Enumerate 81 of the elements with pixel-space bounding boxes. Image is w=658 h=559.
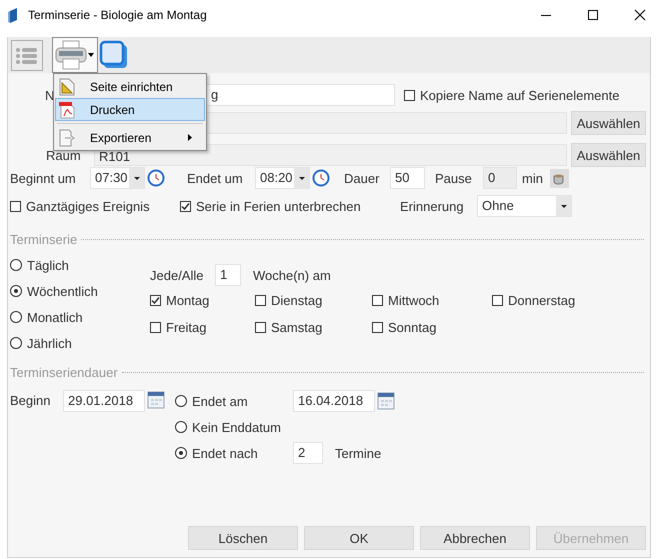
duration-field[interactable]: 50 [390,167,425,189]
radio-label: Kein Enddatum [192,420,281,434]
radio-label: Jährlich [27,336,72,350]
maximize-icon[interactable] [587,9,599,21]
start-time-combo[interactable]: 07:30 [90,167,145,189]
radio-label: Wöchentlich [27,284,98,298]
reminder-label: Erinnerung [400,198,465,214]
checkbox-label: Ganztägiges Ereignis [26,198,150,214]
clock-icon[interactable] [312,169,330,187]
checkbox-label: Kopiere Name auf Serienelemente [420,88,620,102]
page-setup-icon [59,78,75,96]
unit-label: min [522,170,544,186]
pause-label: Pause [435,170,473,186]
radio-label: Endet nach [192,446,258,460]
radio-button[interactable] [10,285,22,297]
checkbox-label: Montag [166,293,210,308]
interval-field[interactable]: 1 [215,264,241,286]
group-title: Terminseriendauer [10,364,118,380]
pause-field[interactable]: 0 [483,167,517,189]
select-button[interactable]: Auswählen [571,111,646,135]
select-button[interactable]: Auswählen [571,143,646,167]
cup-icon[interactable] [550,168,569,188]
checkbox[interactable] [492,295,503,306]
count-unit: Termine [335,446,382,460]
duration-label: Dauer [344,170,380,186]
clock-icon[interactable] [147,169,165,187]
printer-icon [55,40,87,70]
checkbox-label: Mittwoch [388,293,440,308]
window-title: Terminserie - Biologie am Montag [28,8,207,22]
checkbox[interactable] [150,295,161,306]
app-icon [8,8,20,22]
group-title: Terminserie [10,232,78,246]
checkbox-label: Freitag [166,320,206,335]
checkbox-label: Sonntag [388,320,436,335]
end-date-field[interactable]: 16.04.2018 [293,390,375,412]
room-field[interactable]: R101 [94,144,567,166]
interval-unit: Woche(n) am [253,268,331,282]
count-field[interactable]: 2 [293,442,323,464]
checkbox-label: Serie in Ferien unterbrechen [196,198,361,214]
interval-label: Jede/Alle [150,268,204,282]
start-date-field[interactable]: 29.01.2018 [63,390,145,412]
menu-item[interactable]: Drucken [55,98,205,121]
export-icon [59,128,75,146]
radio-label: Endet am [192,394,248,408]
dialog-button[interactable]: OK [304,526,414,550]
start-time-label: Beginnt um [10,170,77,186]
checkbox[interactable] [180,200,191,212]
checkbox[interactable] [404,90,415,100]
radio-label: Monatlich [27,310,83,324]
checkbox[interactable] [255,295,266,306]
dialog-button[interactable]: Löschen [188,526,298,550]
checkbox[interactable] [10,200,21,212]
checkbox-label: Dienstag [271,293,322,308]
pdf-icon [59,100,75,118]
checkbox[interactable] [255,322,266,333]
start-date-label: Beginn [10,392,52,410]
calendar-icon[interactable] [377,391,395,411]
room-label: Raum [45,148,82,162]
print-button[interactable] [52,37,98,73]
submenu-arrow-icon [188,134,192,141]
radio-label: Täglich [27,258,69,272]
reminder-dropdown[interactable]: Ohne [477,195,572,217]
radio-button[interactable] [10,259,22,271]
close-icon[interactable] [634,9,646,21]
radio-button[interactable] [175,395,187,407]
checkbox-label: Donnerstag [508,293,576,308]
checkbox[interactable] [150,322,161,333]
checkbox-label: Samstag [271,320,322,335]
radio-button[interactable] [175,421,187,433]
radio-button[interactable] [10,311,22,323]
caret-icon [88,53,94,57]
calendar-icon[interactable] [147,390,165,410]
end-time-combo[interactable]: 08:20 [255,167,310,189]
overlapping-squares-icon[interactable] [99,40,129,70]
dialog-button[interactable]: Abbrechen [420,526,530,550]
radio-button[interactable] [10,337,22,349]
radio-button[interactable] [175,447,187,459]
checkbox[interactable] [372,295,383,306]
end-time-label: Endet um [187,170,244,186]
menu-item[interactable]: Exportieren [55,126,205,149]
checkbox[interactable] [372,322,383,333]
